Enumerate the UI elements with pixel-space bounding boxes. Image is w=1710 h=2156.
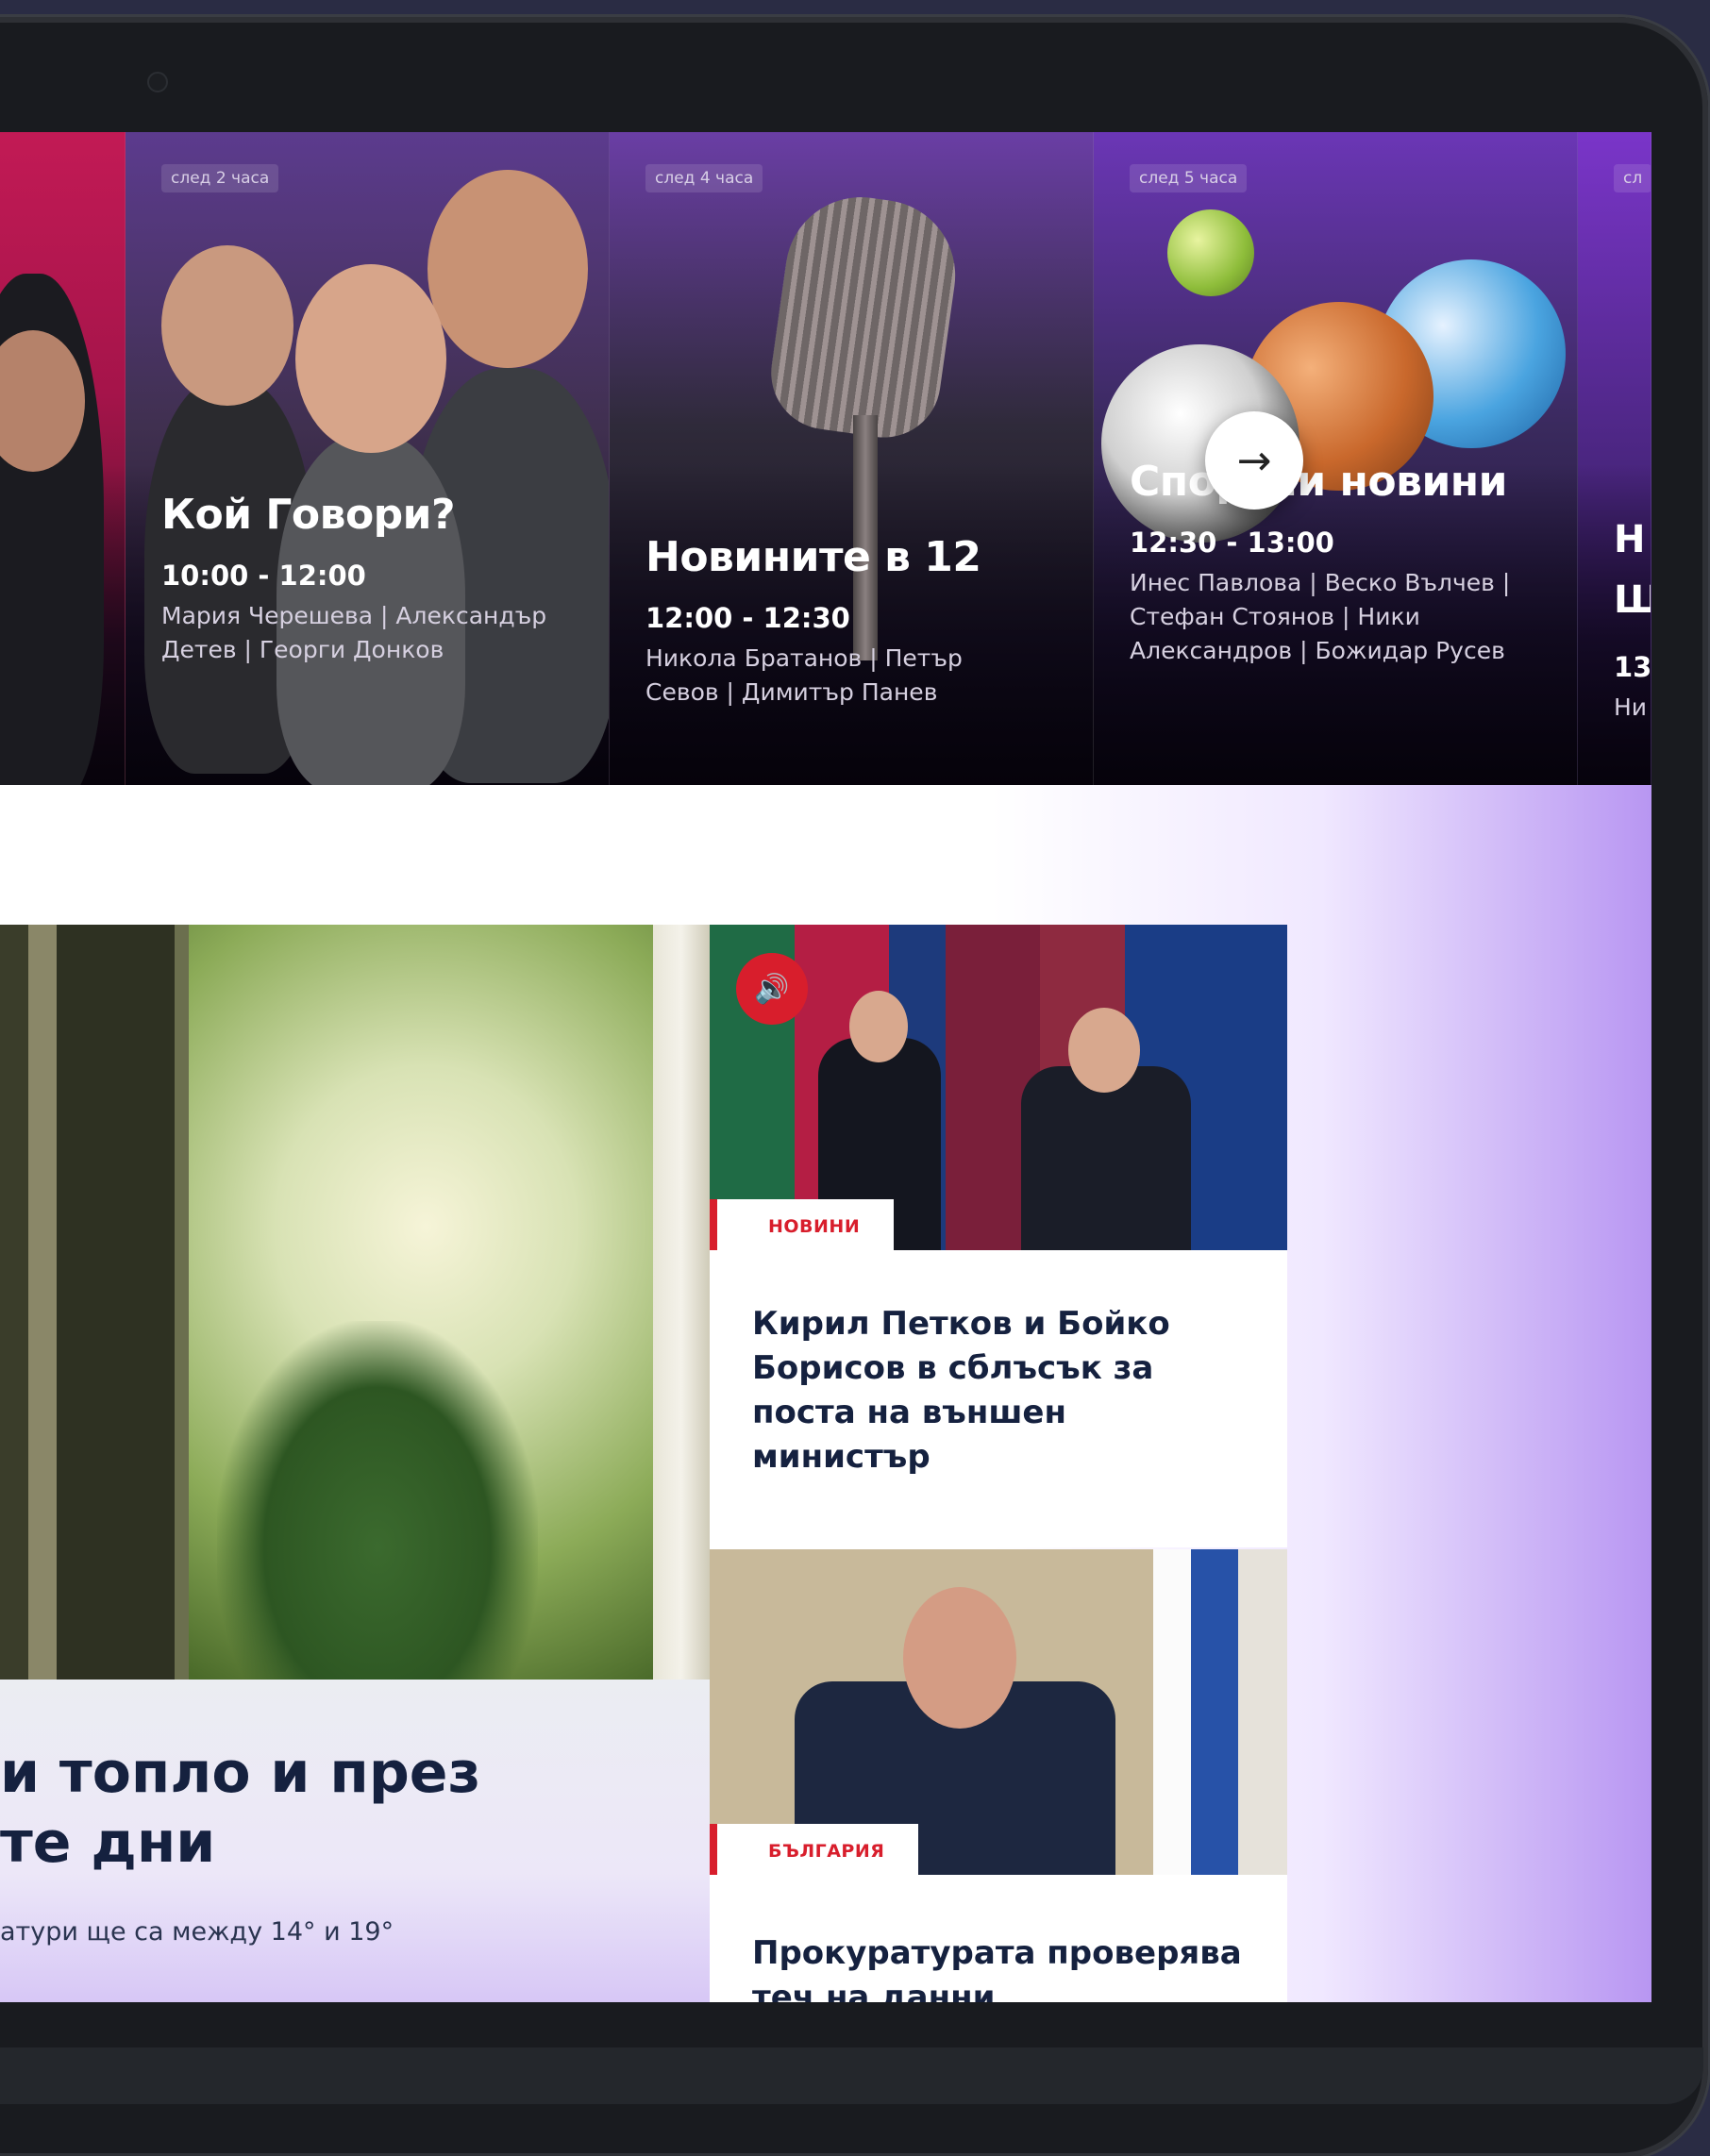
- schedule-card-sportni-novini[interactable]: след 5 часа → Спортни новини 12:30 - 13:…: [1094, 132, 1578, 785]
- hero-headline-line-1: и топло и през: [0, 1740, 481, 1806]
- category-tag[interactable]: НОВИНИ: [710, 1199, 895, 1250]
- person-face: [849, 991, 908, 1062]
- schedule-card-novinite-v-12[interactable]: след 4 часа Новините в 12 12:00 - 12:30 …: [610, 132, 1094, 785]
- microphone-image: [763, 187, 965, 445]
- program-info: Н Ш 13: Ни: [1614, 510, 1651, 725]
- news-card[interactable]: 🔊 НОВИНИ Кирил Петков и Бойко Борисов в …: [710, 925, 1287, 1547]
- program-title: Новините в 12: [645, 533, 981, 581]
- program-title: Кой Говори?: [161, 491, 456, 539]
- hero-headline-line-2: те дни: [0, 1810, 216, 1876]
- program-time: 12:30 - 13:00: [1130, 526, 1334, 559]
- program-time: 10:00 - 12:00: [161, 560, 366, 592]
- starts-in-badge: след 5 часа: [1130, 164, 1248, 192]
- speaker-icon: 🔊: [754, 972, 790, 1006]
- window-frame: [653, 925, 710, 1680]
- starts-in-badge: сл: [1614, 164, 1651, 192]
- schedule-card-koi-govori[interactable]: след 2 часа Кой Говори? 10:00 - 12:00 Ма…: [126, 132, 610, 785]
- program-title: Спортни новини: [1130, 458, 1508, 506]
- person-silhouette: [1021, 1066, 1191, 1250]
- camera-lens: [147, 72, 168, 92]
- host-head: [428, 170, 588, 368]
- schedule-card-next[interactable]: сл Н Ш 13: Ни: [1578, 132, 1651, 785]
- program-title: Н Ш: [1614, 518, 1651, 622]
- starts-in-badge: след 2 часа: [161, 164, 279, 192]
- schedule-card-current[interactable]: [0, 132, 126, 785]
- host-head: [161, 245, 293, 406]
- host-head: [295, 264, 446, 453]
- hero-article-image[interactable]: [0, 925, 710, 1698]
- program-time: 13:: [1614, 651, 1651, 683]
- person-face: [903, 1587, 1016, 1729]
- plant-image: [217, 1321, 538, 1698]
- program-hosts: Никола Братанов | Петър Севов | Димитър …: [645, 644, 963, 706]
- program-time: 12:00 - 12:30: [645, 602, 850, 634]
- person-face: [1068, 1008, 1140, 1093]
- news-title: Кирил Петков и Бойко Борисов в сблъсък з…: [752, 1305, 1170, 1476]
- arrow-right-icon: →: [1236, 436, 1272, 485]
- program-info: Новините в 12 12:00 - 12:30 Никола Брата…: [645, 533, 1042, 710]
- news-card-image: 🔊 НОВИНИ: [710, 925, 1287, 1250]
- program-info: Спортни новини 12:30 - 13:00 Инес Павлов…: [1130, 458, 1526, 668]
- program-schedule-strip: след 2 часа Кой Говори? 10:00 - 12:00 Ма…: [0, 132, 1651, 785]
- news-card[interactable]: БЪЛГАРИЯ Прокуратурата проверява теч на …: [710, 1549, 1287, 2002]
- category-tag[interactable]: БЪЛГАРИЯ: [710, 1824, 919, 1875]
- hero-article-text[interactable]: и топло и през те дни атури ще са между …: [0, 1680, 710, 2002]
- device-bottom-bezel: [0, 2047, 1703, 2104]
- news-title: Прокуратурата проверява теч на данни: [752, 1934, 1242, 2002]
- hero-subtitle: атури ще са между 14° и 19°: [0, 1917, 394, 1947]
- tennis-ball-image: [1167, 209, 1254, 296]
- starts-in-badge: след 4 часа: [645, 164, 763, 192]
- news-card-image: БЪЛГАРИЯ: [710, 1549, 1287, 1875]
- program-info: Кой Говори? 10:00 - 12:00 Мария Черешева…: [161, 491, 558, 667]
- next-programs-button[interactable]: →: [1205, 411, 1303, 510]
- program-hosts: Инес Павлова | Веско Вълчев | Стефан Сто…: [1130, 569, 1511, 664]
- audio-play-button[interactable]: 🔊: [736, 953, 808, 1025]
- app-screen: след 2 часа Кой Говори? 10:00 - 12:00 Ма…: [0, 132, 1651, 2002]
- program-hosts: Ни: [1614, 694, 1648, 721]
- program-hosts: Мария Черешева | Александър Детев | Геор…: [161, 602, 547, 663]
